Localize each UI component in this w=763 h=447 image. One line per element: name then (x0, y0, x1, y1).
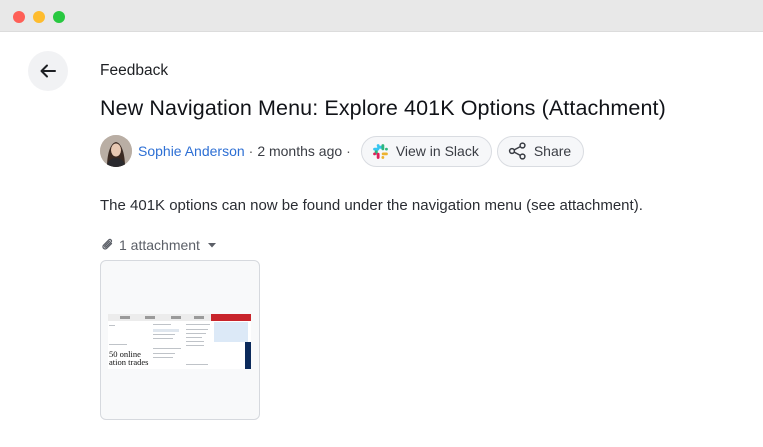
page-title: New Navigation Menu: Explore 401K Option… (100, 96, 666, 120)
post-meta: Sophie Anderson · 2 months ago · View in… (100, 134, 750, 168)
share-label: Share (533, 143, 572, 159)
share-icon (508, 142, 526, 160)
attachment-preview-text: 50 online ation trades (109, 349, 149, 367)
avatar[interactable] (100, 135, 132, 167)
minimize-window-button[interactable] (33, 11, 45, 23)
zoom-window-button[interactable] (53, 11, 65, 23)
meta-separator: · (248, 143, 254, 159)
window-titlebar (0, 0, 763, 32)
author-link[interactable]: Sophie Anderson (138, 143, 245, 159)
attachment-preview-image: 50 online ation trades (108, 314, 251, 369)
app-window: Feedback New Navigation Menu: Explore 40… (0, 0, 763, 447)
slack-icon (372, 143, 388, 159)
timestamp: 2 months ago (257, 143, 343, 159)
view-in-slack-button[interactable]: View in Slack (360, 135, 492, 167)
attachment-thumbnail[interactable]: 50 online ation trades (100, 260, 260, 420)
post-content: Feedback New Navigation Menu: Explore 40… (100, 60, 750, 420)
view-in-slack-label: View in Slack (395, 143, 479, 159)
paperclip-icon (102, 238, 113, 250)
caret-down-icon (207, 243, 216, 248)
share-button[interactable]: Share (496, 135, 585, 167)
avatar-portrait-icon (100, 135, 132, 167)
meta-separator: · (346, 143, 351, 159)
attachments-count: 1 attachment (119, 237, 200, 253)
close-window-button[interactable] (13, 11, 25, 23)
breadcrumb[interactable]: Feedback (100, 60, 750, 82)
arrow-left-icon (40, 64, 56, 78)
attachments-toggle[interactable]: 1 attachment (100, 235, 750, 255)
back-button[interactable] (28, 51, 68, 91)
post-body: The 401K options can now be found under … (100, 197, 643, 214)
